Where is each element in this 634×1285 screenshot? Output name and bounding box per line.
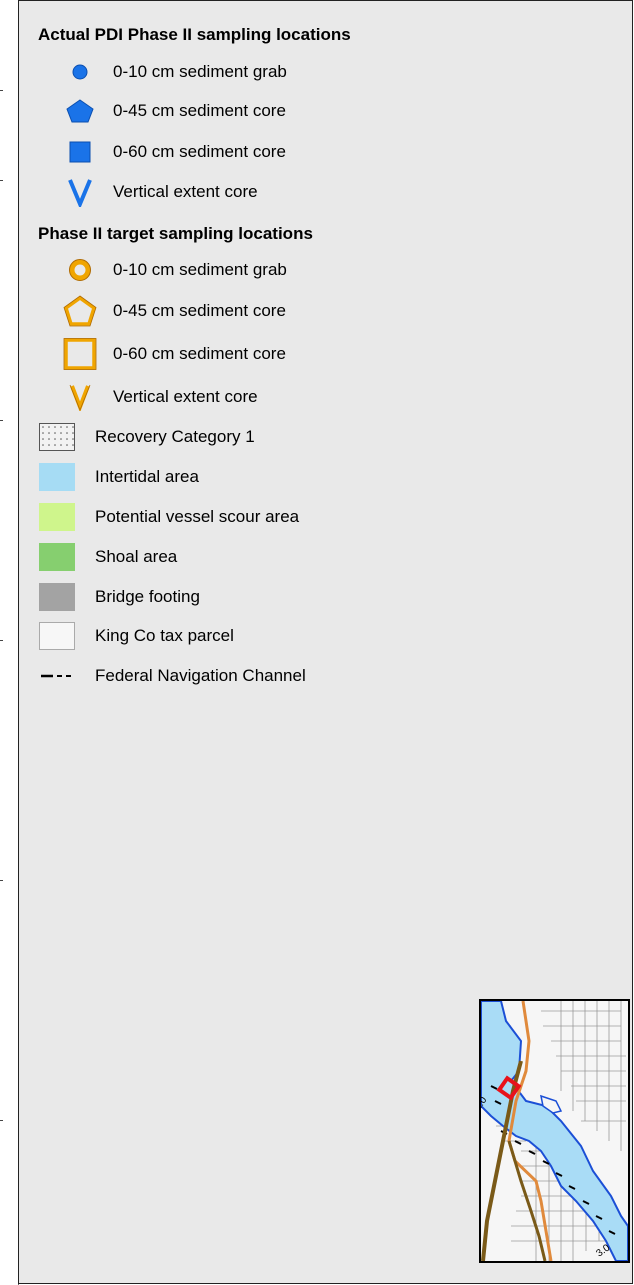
legend-item-actual-vertical: Vertical extent core bbox=[63, 178, 258, 207]
inset-map-graphic: 2.0 3.0 bbox=[481, 1001, 628, 1261]
legend-item-shoal: Shoal area bbox=[39, 543, 177, 571]
inset-locator-map: 2.0 3.0 bbox=[479, 999, 630, 1263]
shoal-swatch-icon bbox=[39, 543, 75, 571]
legend-item-target-grab: 0-10 cm sediment grab bbox=[63, 256, 287, 284]
legend-item-navigation-channel: Federal Navigation Channel bbox=[39, 662, 306, 690]
vessel-scour-swatch-icon bbox=[39, 503, 75, 531]
blue-square-icon bbox=[63, 138, 97, 166]
legend-panel: Actual PDI Phase II sampling locations 0… bbox=[18, 0, 633, 1284]
legend-item-target-vertical: Vertical extent core bbox=[63, 383, 258, 411]
tax-parcel-swatch-icon bbox=[39, 622, 75, 650]
target-sampling-heading: Phase II target sampling locations bbox=[38, 224, 313, 243]
legend-item-tax-parcel: King Co tax parcel bbox=[39, 622, 234, 650]
orange-pentagon-icon bbox=[63, 295, 97, 327]
orange-ring-icon bbox=[63, 256, 97, 284]
legend-item-recovery-category: Recovery Category 1 bbox=[39, 423, 255, 451]
map-edge bbox=[0, 0, 19, 1285]
legend-item-actual-core60: 0-60 cm sediment core bbox=[63, 138, 286, 166]
blue-pentagon-icon bbox=[63, 97, 97, 125]
legend-item-target-core45: 0-45 cm sediment core bbox=[63, 295, 286, 327]
legend-item-intertidal: Intertidal area bbox=[39, 463, 199, 491]
legend-item-target-core60: 0-60 cm sediment core bbox=[63, 338, 286, 370]
dotted-swatch-icon bbox=[39, 423, 75, 451]
legend-item-bridge-footing: Bridge footing bbox=[39, 583, 200, 611]
dash-line-icon bbox=[39, 662, 75, 690]
orange-square-icon bbox=[63, 338, 97, 370]
legend-item-actual-core45: 0-45 cm sediment core bbox=[63, 97, 286, 125]
intertidal-swatch-icon bbox=[39, 463, 75, 491]
bridge-footing-swatch-icon bbox=[39, 583, 75, 611]
legend-item-actual-grab: 0-10 cm sediment grab bbox=[63, 58, 287, 86]
blue-circle-icon bbox=[63, 58, 97, 86]
orange-v-icon bbox=[63, 383, 97, 411]
blue-v-icon bbox=[63, 178, 97, 207]
actual-sampling-heading: Actual PDI Phase II sampling locations bbox=[38, 25, 351, 44]
legend-item-vessel-scour: Potential vessel scour area bbox=[39, 503, 299, 531]
